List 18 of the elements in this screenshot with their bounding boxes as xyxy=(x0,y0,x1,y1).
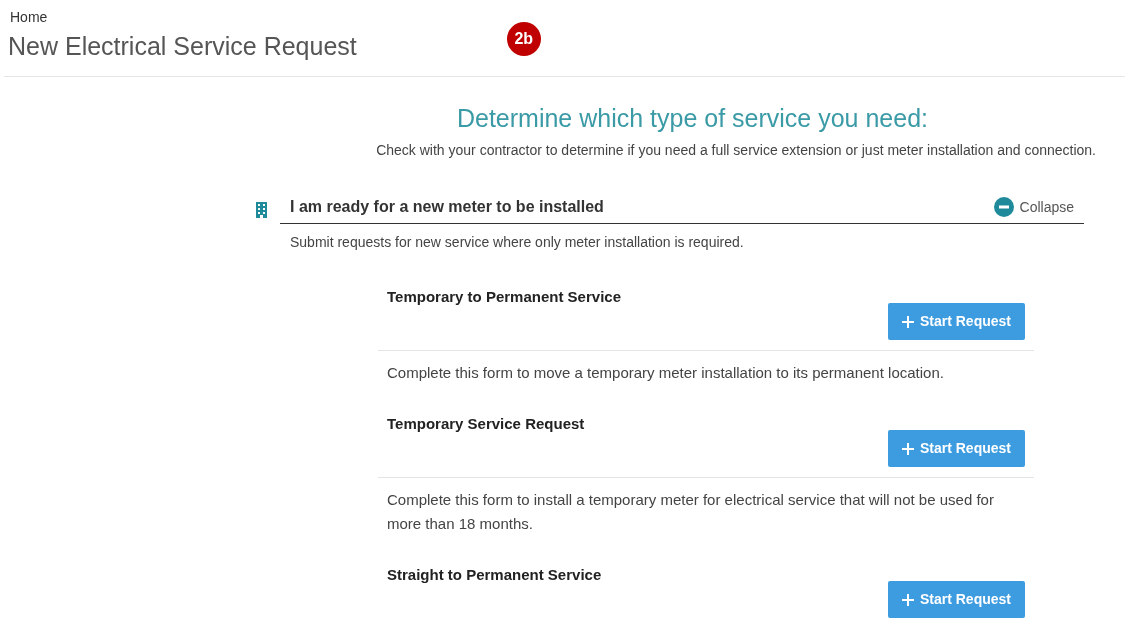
section-heading: Determine which type of service you need: xyxy=(456,103,928,134)
plus-icon xyxy=(901,593,914,606)
service-description: Complete this form to move a temporary meter installation to its permanent location. xyxy=(387,363,945,383)
collapse-link[interactable]: Collapse xyxy=(1019,196,1074,218)
breadcrumb-link[interactable]: Home xyxy=(8,8,48,26)
page-title: New Electrical Service Request xyxy=(8,31,357,62)
service-description: Complete this form to install a temporary meter for electrical service that will not be used for more than 18 months. xyxy=(387,490,995,534)
step-badge: 2b xyxy=(506,22,541,56)
service-title: Straight to Permanent Service xyxy=(387,565,602,585)
plus-icon xyxy=(901,442,914,455)
accordion-header[interactable]: I am ready for a new meter to be installed Collapse xyxy=(280,195,1084,224)
building-icon xyxy=(255,201,268,218)
instruction-text: Check with your contractor to determine if you need a full service extension or just meter installation and connection. xyxy=(376,141,1096,160)
accordion-description: Submit requests for new service where only meter installation is required. xyxy=(290,234,744,250)
plus-icon xyxy=(901,315,914,328)
accordion-title: I am ready for a new meter to be installed xyxy=(290,197,604,217)
service-title: Temporary Service Request xyxy=(387,414,585,434)
service-title: Temporary to Permanent Service xyxy=(387,287,621,307)
